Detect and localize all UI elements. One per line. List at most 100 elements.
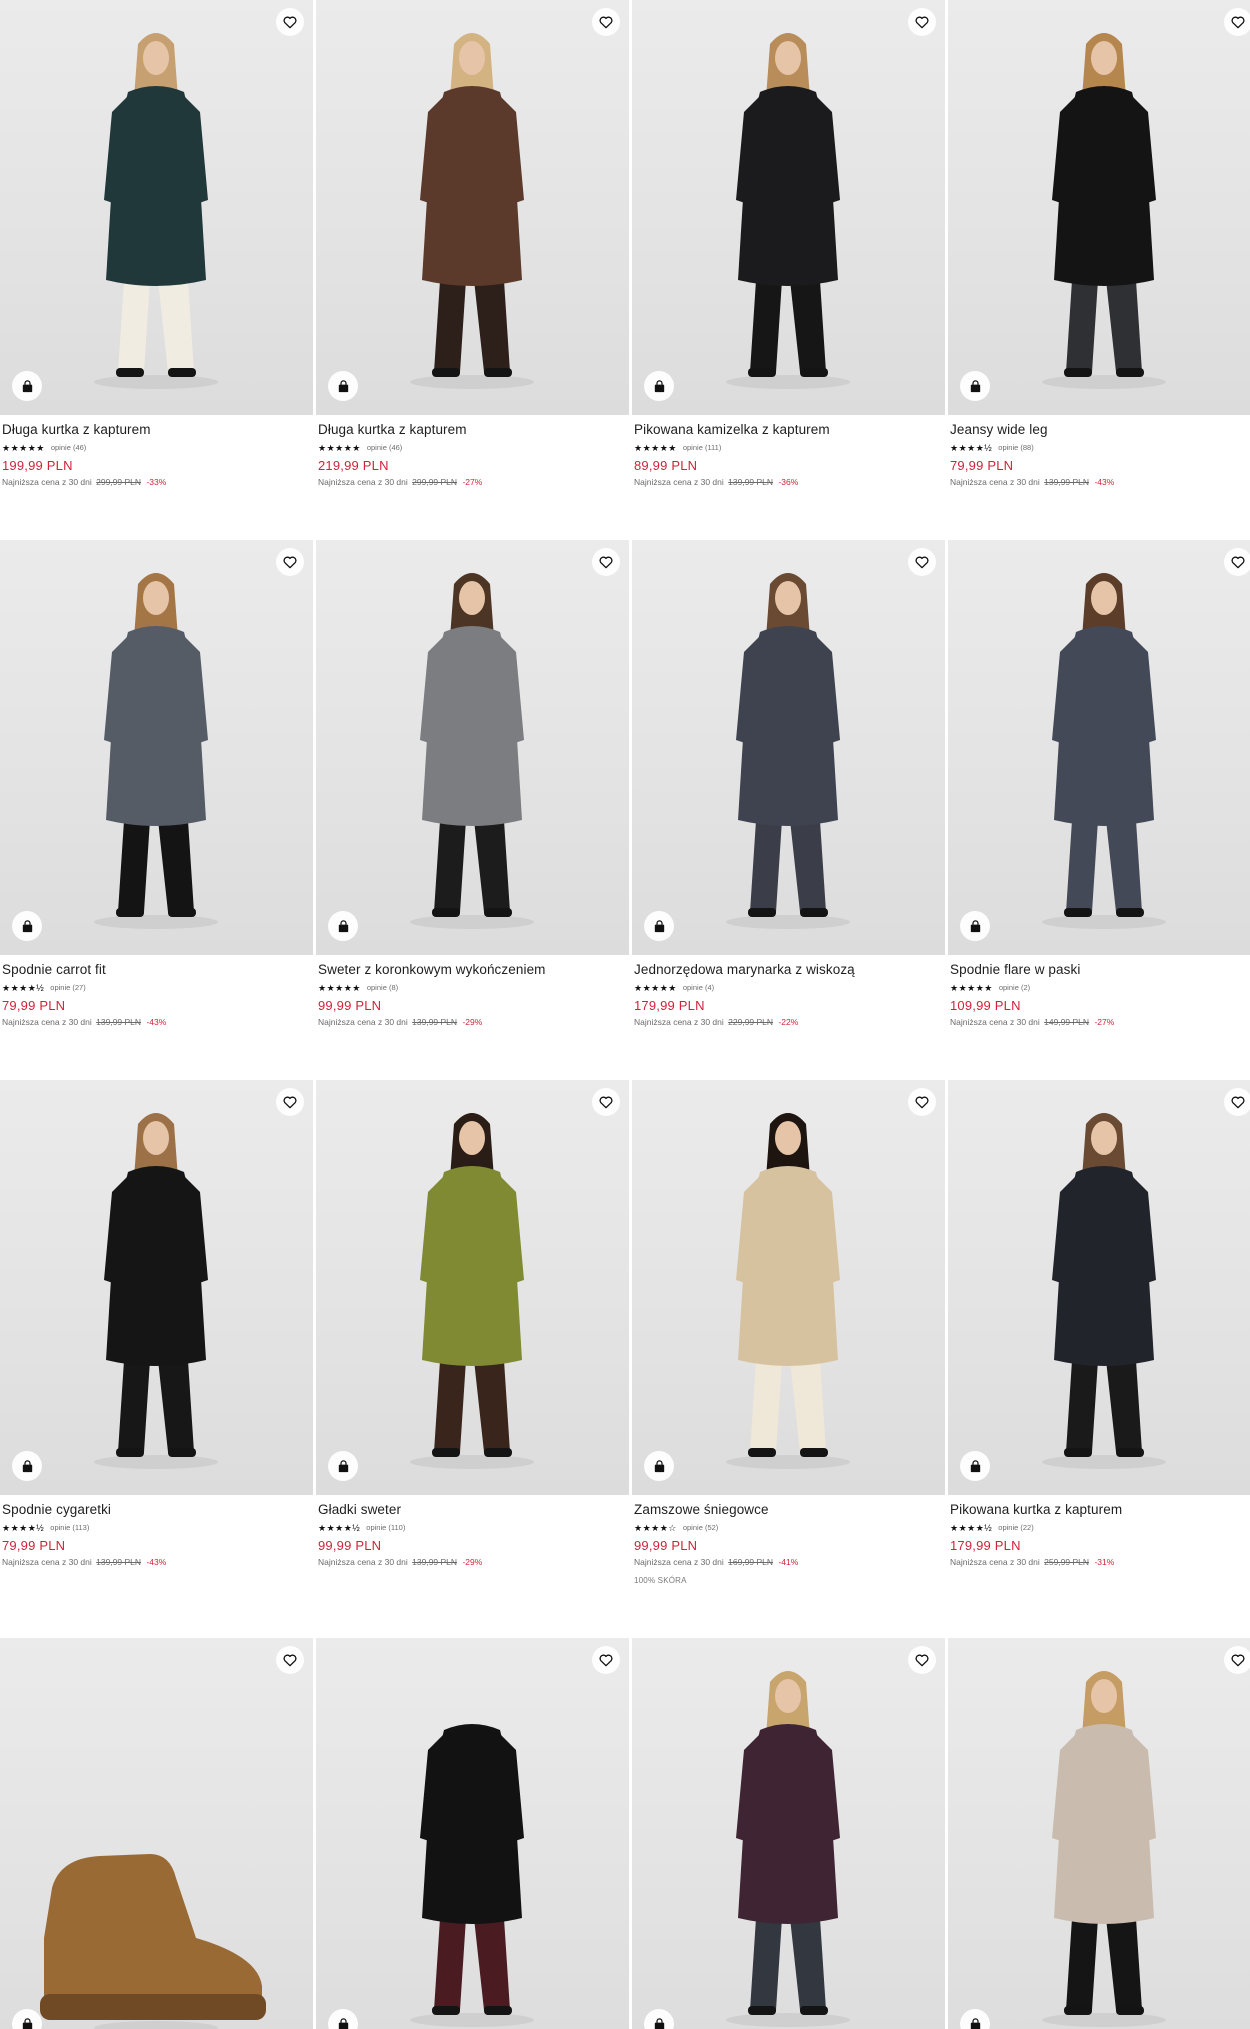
product-card[interactable] bbox=[316, 1638, 629, 2029]
add-to-favorites-button[interactable] bbox=[592, 548, 620, 576]
add-to-favorites-button[interactable] bbox=[276, 548, 304, 576]
add-to-favorites-button[interactable] bbox=[908, 8, 936, 36]
discount-badge: -27% bbox=[1094, 1017, 1115, 1027]
add-to-cart-button[interactable] bbox=[328, 371, 358, 401]
product-image[interactable] bbox=[948, 0, 1250, 415]
product-card[interactable] bbox=[632, 1638, 945, 2029]
product-image[interactable] bbox=[316, 0, 629, 415]
product-card[interactable]: Spodnie cygaretki ★★★★½ opinie (113) 79,… bbox=[0, 1080, 313, 1576]
product-card[interactable]: Sweter z koronkowym wykończeniem ★★★★★ o… bbox=[316, 540, 629, 1036]
product-image[interactable] bbox=[0, 1080, 313, 1495]
add-to-cart-button[interactable] bbox=[12, 911, 42, 941]
review-count: opinie (110) bbox=[366, 1522, 406, 1532]
product-image[interactable] bbox=[632, 1638, 945, 2029]
product-photo bbox=[410, 1724, 534, 2027]
product-card[interactable] bbox=[948, 1638, 1250, 2029]
product-image[interactable] bbox=[0, 540, 313, 955]
product-grid: Długa kurtka z kapturem ★★★★★ opinie (46… bbox=[0, 0, 1250, 2029]
product-card[interactable]: Spodnie flare w paski ★★★★★ opinie (2) 1… bbox=[948, 540, 1250, 1036]
product-image[interactable] bbox=[0, 1638, 313, 2029]
add-to-favorites-button[interactable] bbox=[908, 548, 936, 576]
add-to-favorites-button[interactable] bbox=[1224, 548, 1250, 576]
add-to-cart-button[interactable] bbox=[960, 911, 990, 941]
product-card[interactable]: Pikowana kurtka z kapturem ★★★★½ opinie … bbox=[948, 1080, 1250, 1576]
product-name[interactable]: Spodnie carrot fit bbox=[2, 961, 311, 979]
product-image[interactable] bbox=[0, 0, 313, 415]
add-to-favorites-button[interactable] bbox=[276, 8, 304, 36]
add-to-cart-button[interactable] bbox=[12, 371, 42, 401]
product-image[interactable] bbox=[316, 540, 629, 955]
product-card[interactable]: Pikowana kamizelka z kapturem ★★★★★ opin… bbox=[632, 0, 945, 496]
product-name[interactable]: Jeansy wide leg bbox=[950, 421, 1250, 439]
product-name[interactable]: Zamszowe śniegowce bbox=[634, 1501, 943, 1519]
product-card[interactable]: Spodnie carrot fit ★★★★½ opinie (27) 79,… bbox=[0, 540, 313, 1036]
product-card[interactable]: Gładki sweter ★★★★½ opinie (110) 99,99 P… bbox=[316, 1080, 629, 1576]
product-image[interactable] bbox=[948, 540, 1250, 955]
product-image[interactable] bbox=[948, 1638, 1250, 2029]
product-price: 99,99 PLN bbox=[634, 1538, 698, 1553]
shopping-bag-icon bbox=[22, 379, 32, 392]
add-to-favorites-button[interactable] bbox=[592, 8, 620, 36]
product-price: 79,99 PLN bbox=[2, 998, 66, 1013]
add-to-cart-button[interactable] bbox=[960, 1451, 990, 1481]
shopping-bag-icon bbox=[970, 2017, 980, 2029]
add-to-cart-button[interactable] bbox=[960, 371, 990, 401]
product-name[interactable]: Spodnie flare w paski bbox=[950, 961, 1250, 979]
add-to-cart-button[interactable] bbox=[328, 911, 358, 941]
product-photo bbox=[726, 33, 850, 389]
add-to-favorites-button[interactable] bbox=[592, 1088, 620, 1116]
add-to-favorites-button[interactable] bbox=[1224, 1646, 1250, 1674]
add-to-cart-button[interactable] bbox=[644, 911, 674, 941]
add-to-cart-button[interactable] bbox=[12, 1451, 42, 1481]
product-feature-label: 100% SKÓRA bbox=[634, 1576, 687, 1585]
product-photo bbox=[726, 573, 850, 929]
add-to-favorites-button[interactable] bbox=[908, 1646, 936, 1674]
product-card[interactable] bbox=[0, 1638, 313, 2029]
product-name[interactable]: Spodnie cygaretki bbox=[2, 1501, 311, 1519]
discount-badge: -41% bbox=[778, 1557, 799, 1567]
add-to-cart-button[interactable] bbox=[328, 1451, 358, 1481]
product-card[interactable]: Zamszowe śniegowce ★★★★☆ opinie (52) 99,… bbox=[632, 1080, 945, 1586]
product-card[interactable]: Długa kurtka z kapturem ★★★★★ opinie (46… bbox=[0, 0, 313, 496]
discount-badge: -36% bbox=[778, 477, 799, 487]
product-photo bbox=[410, 33, 534, 389]
add-to-favorites-button[interactable] bbox=[1224, 8, 1250, 36]
product-name[interactable]: Długa kurtka z kapturem bbox=[318, 421, 627, 439]
product-name[interactable]: Pikowana kurtka z kapturem bbox=[950, 1501, 1250, 1519]
product-name[interactable]: Gładki sweter bbox=[318, 1501, 627, 1519]
product-image[interactable] bbox=[632, 0, 945, 415]
shopping-bag-icon bbox=[338, 919, 348, 932]
product-name[interactable]: Jednorzędowa marynarka z wiskozą bbox=[634, 961, 943, 979]
old-price: 139,99 PLN bbox=[96, 1557, 142, 1567]
rating-stars: ★★★★½ bbox=[2, 982, 45, 993]
shopping-bag-icon bbox=[654, 379, 664, 392]
product-image[interactable] bbox=[948, 1080, 1250, 1495]
product-image[interactable] bbox=[632, 540, 945, 955]
add-to-favorites-button[interactable] bbox=[276, 1646, 304, 1674]
product-name[interactable]: Pikowana kamizelka z kapturem bbox=[634, 421, 943, 439]
rating-stars: ★★★★☆ bbox=[634, 1522, 677, 1533]
product-name[interactable]: Sweter z koronkowym wykończeniem bbox=[318, 961, 627, 979]
lowest-price-info: Najniższa cena z 30 dni 149,99 PLN -27% bbox=[950, 1017, 1250, 1028]
lowest-price-label: Najniższa cena z 30 dni bbox=[950, 477, 1040, 487]
heart-icon bbox=[1231, 16, 1245, 29]
add-to-favorites-button[interactable] bbox=[592, 1646, 620, 1674]
add-to-cart-button[interactable] bbox=[644, 371, 674, 401]
review-count: opinie (22) bbox=[998, 1522, 1034, 1532]
heart-icon bbox=[915, 1096, 929, 1109]
product-card[interactable]: Długa kurtka z kapturem ★★★★★ opinie (46… bbox=[316, 0, 629, 496]
heart-icon bbox=[915, 556, 929, 569]
shopping-bag-icon bbox=[654, 919, 664, 932]
product-card[interactable]: Jeansy wide leg ★★★★½ opinie (88) 79,99 … bbox=[948, 0, 1250, 496]
product-card[interactable]: Jednorzędowa marynarka z wiskozą ★★★★★ o… bbox=[632, 540, 945, 1036]
shopping-bag-icon bbox=[970, 379, 980, 392]
product-name[interactable]: Długa kurtka z kapturem bbox=[2, 421, 311, 439]
lowest-price-info: Najniższa cena z 30 dni 259,99 PLN -31% bbox=[950, 1557, 1250, 1568]
product-image[interactable] bbox=[316, 1080, 629, 1495]
add-to-favorites-button[interactable] bbox=[276, 1088, 304, 1116]
product-image[interactable] bbox=[316, 1638, 629, 2029]
add-to-favorites-button[interactable] bbox=[1224, 1088, 1250, 1116]
add-to-favorites-button[interactable] bbox=[908, 1088, 936, 1116]
product-image[interactable] bbox=[632, 1080, 945, 1495]
add-to-cart-button[interactable] bbox=[644, 1451, 674, 1481]
